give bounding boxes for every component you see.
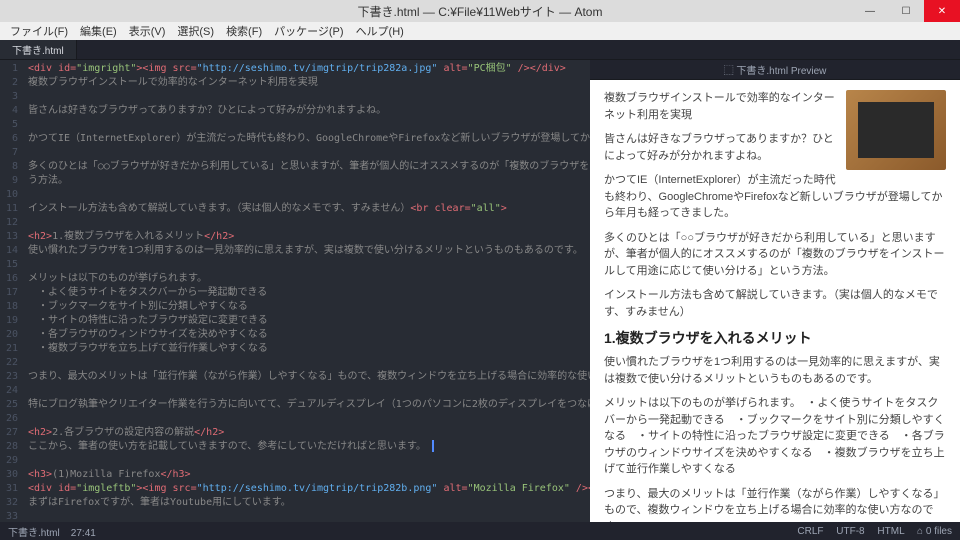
gutter: 1 2 3 4 5 6 7 8 9 10 11 12 13 14 15 16 1… xyxy=(0,60,24,522)
menu-select[interactable]: 選択(S) xyxy=(171,22,220,40)
preview-pane: ⬚ 下書き.html Preview 複数ブラウザインストールで効率的なインター… xyxy=(590,60,960,522)
menu-edit[interactable]: 編集(E) xyxy=(74,22,123,40)
code-area[interactable]: <div id="imgright"><img src="http://sesh… xyxy=(24,60,590,522)
menu-packages[interactable]: パッケージ(P) xyxy=(268,22,349,40)
status-cursor-pos[interactable]: 27:41 xyxy=(71,528,96,539)
minimize-button[interactable]: — xyxy=(852,0,888,22)
preview-text: メリットは以下のものが挙げられます。 ・よく使うサイトをタスクバーから一発起動で… xyxy=(604,395,946,478)
preview-body[interactable]: 複数ブラウザインストールで効率的なインターネット利用を実現 皆さんは好きなブラウ… xyxy=(590,80,960,522)
status-filename[interactable]: 下書き.html xyxy=(8,528,60,539)
menu-view[interactable]: 表示(V) xyxy=(123,22,172,40)
preview-text: 多くのひとは「○○ブラウザが好きだから利用している」と思いますが、筆者が個人的に… xyxy=(604,230,946,280)
preview-text: インストール方法も含めて解説していきます。（実は個人的なメモです、すみません） xyxy=(604,287,946,320)
close-button[interactable]: ✕ xyxy=(924,0,960,22)
statusbar: 下書き.html 27:41 CRLF UTF-8 HTML ⌂ 0 files xyxy=(0,522,960,540)
preview-text: 使い慣れたブラウザを1つ利用するのは一見効率的に思えますが、実は複数で使い分ける… xyxy=(604,354,946,387)
window-title: 下書き.html — C:¥File¥11Webサイト — Atom xyxy=(108,3,852,20)
menu-file[interactable]: ファイル(F) xyxy=(4,22,74,40)
status-git[interactable]: ⌂ 0 files xyxy=(917,526,952,537)
menu-help[interactable]: ヘルプ(H) xyxy=(350,22,410,40)
editor-tabs: 下書き.html xyxy=(0,40,960,60)
preview-h2: 1.複数ブラウザを入れるメリット xyxy=(604,328,946,348)
code-editor[interactable]: 1 2 3 4 5 6 7 8 9 10 11 12 13 14 15 16 1… xyxy=(0,60,590,522)
menubar: ファイル(F) 編集(E) 表示(V) 選択(S) 検索(F) パッケージ(P)… xyxy=(0,22,960,40)
tab-editor[interactable]: 下書き.html xyxy=(0,40,77,59)
preview-text: つまり、最大のメリットは「並行作業（ながら作業）しやすくなる」もので、複数ウィン… xyxy=(604,486,946,523)
menu-search[interactable]: 検索(F) xyxy=(220,22,268,40)
tab-preview[interactable]: ⬚ 下書き.html Preview xyxy=(590,60,960,80)
maximize-button[interactable]: ☐ xyxy=(888,0,924,22)
preview-image xyxy=(846,90,946,170)
status-lineending[interactable]: CRLF xyxy=(797,526,823,537)
status-syntax[interactable]: HTML xyxy=(877,526,904,537)
preview-text: かつてIE（InternetExplorer）が主流だった時代も終わり、Goog… xyxy=(604,172,946,222)
titlebar: 下書き.html — C:¥File¥11Webサイト — Atom — ☐ ✕ xyxy=(0,0,960,22)
status-encoding[interactable]: UTF-8 xyxy=(836,526,864,537)
